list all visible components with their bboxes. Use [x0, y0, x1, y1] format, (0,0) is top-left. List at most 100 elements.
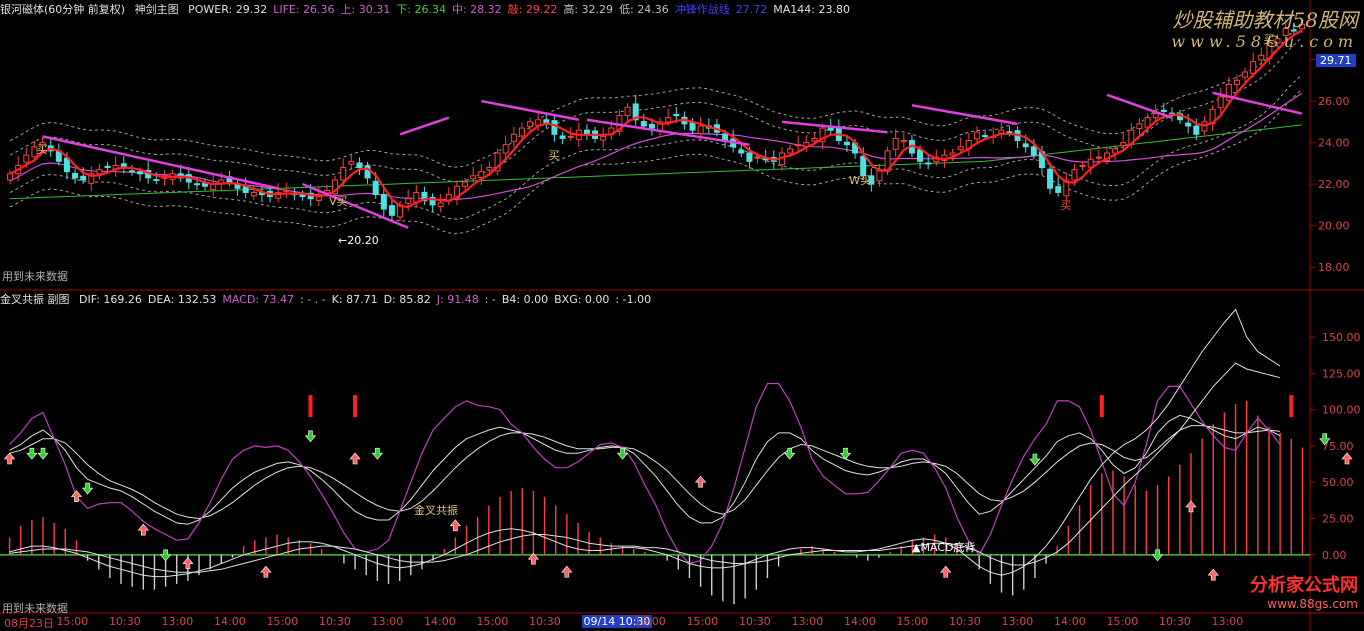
time-axis-label: 15:00 [266, 615, 299, 628]
time-axis-label: 13:00 [1211, 615, 1244, 628]
candle-body [193, 183, 200, 186]
buy-arrow-icon [694, 475, 707, 488]
candle-body [1152, 113, 1159, 119]
candle-body [96, 169, 103, 175]
candle-body [1006, 131, 1013, 134]
signal-marker [308, 395, 313, 418]
candle-body [80, 175, 87, 181]
time-axis-label: 14:00 [844, 615, 876, 628]
sell-arrow-icon [26, 447, 38, 460]
price-tick-label: 24.00 [1318, 137, 1350, 150]
bottom-panel-header: 金叉共振 副图 DIF: 169.26 DEA: 132.53 MACD: 73.4… [0, 292, 663, 308]
time-axis-label: 10:30 [319, 615, 351, 628]
price-tick-label: 20.00 [1318, 220, 1350, 233]
signal-marker [1099, 395, 1104, 418]
trend-line [481, 99, 580, 121]
buy-arrow-icon [1185, 500, 1197, 513]
signal-marker [353, 395, 358, 418]
candle-body [559, 135, 566, 139]
candle-body [900, 140, 907, 143]
candle-body [998, 129, 1005, 134]
osc-tick-label: 150.00 [1322, 331, 1361, 344]
macd-bottom-label: ▲MACD底背 [912, 541, 976, 554]
candle-body [827, 127, 834, 131]
indicator-value: 下: 26.34 [396, 3, 446, 16]
signal-annotation: 买 [548, 149, 560, 163]
candle-body [1193, 125, 1200, 135]
candle-body [128, 170, 135, 173]
candle-body [1233, 79, 1240, 85]
sell-arrow-icon [159, 549, 172, 562]
candle-body [795, 144, 802, 147]
osc-tick-label: 100.00 [1322, 404, 1361, 417]
indicator-value: 低: 24.36 [619, 3, 669, 16]
indicator-value: 27.72 [735, 3, 768, 16]
top-panel-header: 银河磁体(60分钟 前复权) 神剑主图 POWER: 29.32 LIFE: 26… [0, 2, 862, 18]
candle-body [917, 149, 924, 162]
time-axis-label: 15:00 [896, 615, 929, 628]
indicator-value: MA144: 23.80 [773, 3, 850, 16]
candle-body [689, 121, 696, 131]
candle-body [949, 152, 956, 156]
time-axis-label: 13:00 [1001, 615, 1034, 628]
candle-body [372, 180, 379, 196]
time-axis-label: 15:00 [686, 615, 719, 628]
candle-body [104, 165, 111, 169]
time-axis-label: 15:00 [1106, 615, 1139, 628]
power-line [9, 29, 1303, 209]
candle-body [137, 171, 144, 175]
top-future-data-label: 用到未来数据 [2, 270, 68, 283]
time-axis-label: 08月23日 [4, 617, 54, 630]
buy-arrow-icon [1207, 568, 1219, 581]
watermark-title: 炒股辅助教材58股网 [1172, 8, 1358, 32]
candle-body [843, 141, 850, 146]
indicator-value: 上: 30.31 [340, 3, 391, 16]
candle-body [957, 146, 964, 151]
time-axis-label: 10:30 [739, 615, 771, 628]
time-axis-label: 14:00 [424, 615, 456, 628]
brand-name: 分析家公式网 [1250, 575, 1358, 596]
time-axis-label: 13:00 [634, 615, 666, 628]
series-d-line [9, 425, 1281, 520]
bottom-future-data-label: 用到未来数据 [2, 602, 68, 615]
buy-arrow-icon [349, 452, 361, 465]
indicator-value: 高: 32.29 [563, 3, 614, 16]
candle-body [624, 106, 631, 117]
candle-body [746, 152, 753, 162]
top-indicator-values: POWER: 29.32 LIFE: 26.36 上: 30.31 下: 26.34 中… [188, 3, 856, 16]
price-tick-label: 22.00 [1318, 178, 1350, 191]
brand-logo: 分析家公式网 www.88gs.com [1250, 571, 1358, 611]
indicator-value: BXG: 0.00 [554, 293, 610, 306]
candle-body [1136, 123, 1143, 129]
stock-title: 银河磁体(60分钟 前复权) [0, 3, 126, 16]
candle-body [738, 149, 745, 154]
candle-body [1095, 156, 1102, 159]
candle-body [72, 172, 79, 179]
time-axis-label: 10:30 [1159, 615, 1191, 628]
indicator-value: DIF: 169.26 [79, 293, 142, 306]
candle-body [1079, 164, 1086, 167]
candle-body [551, 120, 558, 135]
signal-annotation: W买 [849, 174, 871, 187]
time-axis-label: 13:00 [161, 615, 194, 628]
candle-body [1120, 142, 1127, 147]
trend-line [781, 120, 888, 134]
candle-body [982, 135, 989, 138]
candle-body [754, 156, 761, 159]
candle-body [340, 167, 347, 181]
candle-body [787, 148, 794, 154]
candle-body [518, 127, 525, 137]
signal-annotation: 买 [1060, 198, 1072, 212]
osc-tick-label: 125.00 [1322, 367, 1361, 380]
time-axis-label: 13:00 [371, 615, 404, 628]
sell-arrow-icon [371, 447, 384, 460]
price-tick-label: 18.00 [1318, 261, 1350, 274]
candle-body [567, 135, 574, 138]
candle-body [1258, 54, 1265, 61]
candle-body [892, 137, 899, 150]
candle-body [1071, 169, 1078, 181]
time-axis-label: 14:00 [214, 615, 246, 628]
time-axis-label: 14:00 [1054, 615, 1086, 628]
candle-body [502, 144, 509, 154]
candle-body [405, 198, 412, 204]
